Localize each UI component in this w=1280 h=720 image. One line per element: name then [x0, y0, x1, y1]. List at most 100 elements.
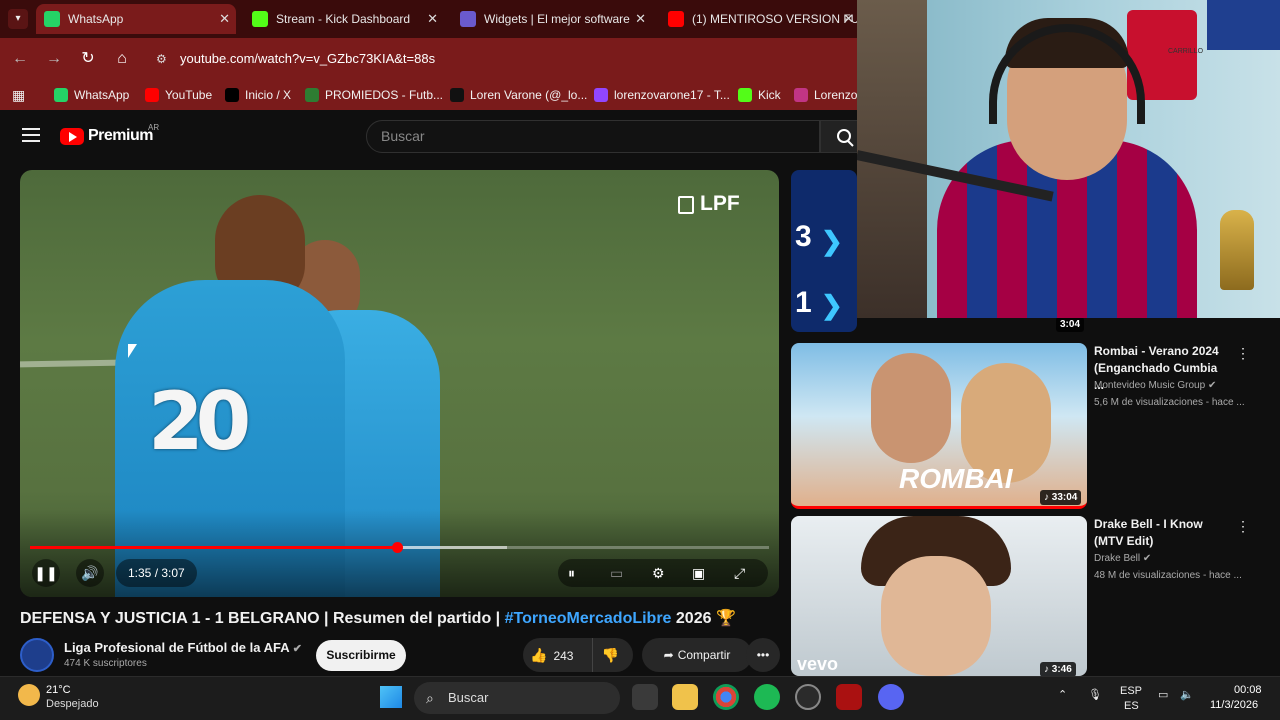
more-actions-button[interactable]: •••	[746, 638, 780, 672]
kick-icon	[738, 88, 752, 102]
search-button[interactable]	[820, 120, 860, 153]
settings-gear-icon[interactable]: ⚙	[652, 559, 665, 587]
tab-label: Stream - Kick Dashboard	[276, 12, 411, 26]
bookmark-instagram[interactable]: Lorenzo	[794, 86, 857, 104]
spotify-icon[interactable]	[754, 684, 780, 710]
hashtag-link[interactable]: #TorneoMercadoLibre	[505, 610, 672, 627]
weather-description[interactable]: Despejado	[46, 698, 99, 710]
webcam-overlay	[857, 0, 1280, 318]
related-channel[interactable]: Montevideo Music Group ✔	[1094, 380, 1216, 391]
right-controls: ⏸ ▭ ⚙ ▣ ⤢	[558, 559, 768, 587]
subtitles-icon[interactable]: ▭	[610, 559, 623, 587]
related-thumbnail-1[interactable]: 3 1 ❯ ❯	[791, 170, 857, 332]
file-explorer-icon[interactable]	[672, 684, 698, 710]
taskbar-search[interactable]: ⌕ Buscar	[414, 682, 620, 714]
address-bar[interactable]: ⚙ youtube.com/watch?v=v_GZbc73KIA&t=88s	[150, 46, 850, 72]
menu-icon[interactable]	[22, 128, 40, 142]
close-tab-icon[interactable]: ✕	[635, 4, 646, 34]
youtube-icon	[668, 11, 684, 27]
video-title: DEFENSA Y JUSTICIA 1 - 1 BELGRANO | Resu…	[20, 610, 736, 627]
duration-badge: ♪ 33:04	[1040, 490, 1082, 505]
tab-whatsapp[interactable]: WhatsApp ✕	[36, 4, 236, 34]
more-options-icon[interactable]: ⋮	[1236, 518, 1250, 535]
dislike-button[interactable]: 👎	[592, 638, 628, 672]
clock-time[interactable]: 00:08	[1234, 684, 1262, 696]
thumbs-down-icon: 👎	[601, 647, 620, 663]
language-indicator[interactable]: ESP	[1120, 685, 1142, 697]
channel-avatar[interactable]	[20, 638, 54, 672]
close-tab-icon[interactable]: ✕	[843, 4, 854, 34]
x-icon	[225, 88, 239, 102]
more-options-icon[interactable]: ⋮	[1236, 345, 1250, 362]
volume-icon[interactable]: 🔈	[1180, 688, 1194, 701]
tab-youtube-video[interactable]: (1) MENTIROSO VERSION FU ✕	[660, 4, 860, 34]
related-meta: 48 M de visualizaciones - hace ...	[1094, 570, 1242, 581]
app-icon[interactable]	[836, 684, 862, 710]
bookmark-tiktok[interactable]: Loren Varone (@_lo...	[450, 86, 587, 104]
task-view-icon[interactable]	[632, 684, 658, 710]
like-count: 243	[553, 649, 574, 663]
bookmark-youtube[interactable]: YouTube	[145, 86, 212, 104]
reload-icon[interactable]: ↻	[78, 49, 98, 69]
verified-icon: ✔	[1207, 380, 1217, 391]
close-tab-icon[interactable]: ✕	[219, 4, 230, 34]
bookmark-twitch[interactable]: lorenzovarone17 - T...	[594, 86, 730, 104]
bookmark-kick[interactable]: Kick	[738, 86, 781, 104]
channel-name[interactable]: Liga Profesional de Fútbol de la AFA ✔	[64, 640, 302, 655]
verified-icon: ✔	[1142, 553, 1152, 564]
forward-icon[interactable]: →	[44, 49, 64, 69]
share-icon: ➦	[663, 648, 674, 662]
windows-start-icon[interactable]	[380, 686, 402, 708]
whatsapp-icon	[54, 88, 68, 102]
subscribe-button[interactable]: Suscribirme	[316, 640, 406, 671]
bookmark-x[interactable]: Inicio / X	[225, 86, 291, 104]
youtube-logo-icon[interactable]	[60, 128, 84, 145]
share-button[interactable]: ➦ Compartir	[642, 638, 752, 672]
related-channel[interactable]: Drake Bell ✔	[1094, 553, 1151, 564]
video-player[interactable]: 20 LPF ❚❚ 🔊 1:35 / 3:07 ⏸ ▭ ⚙ ▣ ⤢	[20, 170, 779, 597]
related-thumbnail-3[interactable]: vevo	[791, 516, 1087, 676]
apps-grid-icon[interactable]: ▦	[12, 87, 25, 104]
theater-mode-icon[interactable]: ▣	[692, 559, 705, 587]
score-home: 3	[795, 220, 812, 253]
autoplay-toggle-icon[interactable]: ⏸	[568, 559, 575, 587]
region-code: AR	[148, 123, 160, 132]
trophy-icon	[1220, 210, 1254, 290]
weather-temperature[interactable]: 21°C	[46, 684, 71, 696]
weather-moon-icon[interactable]	[18, 684, 40, 706]
close-tab-icon[interactable]: ✕	[427, 4, 438, 34]
youtube-premium-logo[interactable]: Premium	[88, 127, 153, 145]
music-note-icon: ♪	[1044, 664, 1052, 675]
clock-date[interactable]: 11/3/2026	[1210, 699, 1258, 711]
tab-widgets[interactable]: Widgets | El mejor software ✕	[452, 4, 652, 34]
home-icon[interactable]: ⌂	[112, 49, 132, 69]
back-icon[interactable]: ←	[10, 49, 30, 69]
fullscreen-icon[interactable]: ⤢	[734, 559, 745, 587]
bookmark-promiedos[interactable]: PROMIEDOS - Futb...	[305, 86, 443, 104]
vevo-logo: vevo	[797, 654, 839, 674]
volume-button[interactable]: 🔊	[76, 559, 104, 587]
music-note-icon: ♪	[1044, 492, 1052, 503]
background-jersey	[1207, 0, 1280, 50]
chevron-right-icon: ❯	[821, 226, 843, 256]
duration-badge: ♪ 3:46	[1040, 662, 1076, 677]
jersey-number: 20	[148, 375, 251, 468]
network-icon[interactable]: ▭	[1158, 688, 1168, 701]
tab-search-menu-button[interactable]: ▾	[8, 9, 28, 29]
like-button[interactable]: 👍 243	[530, 638, 573, 672]
search-input[interactable]: Buscar	[366, 120, 820, 153]
discord-icon[interactable]	[878, 684, 904, 710]
promiedos-icon	[305, 88, 319, 102]
related-title[interactable]: Drake Bell - I Know (MTV Edit)	[1094, 516, 1224, 550]
pause-button[interactable]: ❚❚	[32, 559, 60, 587]
obs-icon[interactable]	[795, 684, 821, 710]
tab-kick-dashboard[interactable]: Stream - Kick Dashboard ✕	[244, 4, 444, 34]
show-hidden-icons[interactable]: ⌃	[1058, 688, 1067, 701]
chrome-icon[interactable]	[713, 684, 739, 710]
microphone-icon[interactable]: 🎙	[1088, 688, 1102, 701]
related-thumbnail-2[interactable]: ROMBAI	[791, 343, 1087, 509]
twitch-icon	[594, 88, 608, 102]
bookmark-whatsapp[interactable]: WhatsApp	[54, 86, 129, 104]
score-away: 1	[795, 286, 812, 319]
site-settings-icon[interactable]: ⚙	[156, 46, 167, 72]
